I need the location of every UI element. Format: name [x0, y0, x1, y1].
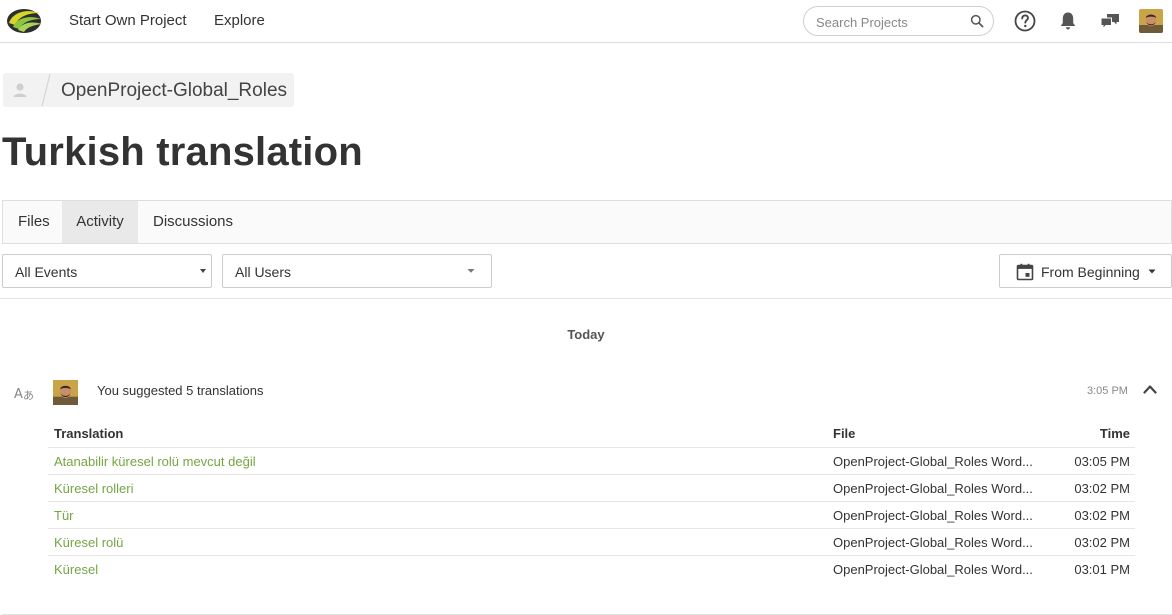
table-row: Küresel OpenProject-Global_Roles Word...… [48, 555, 1135, 582]
tab-files[interactable]: Files [3, 201, 65, 243]
users-filter-select[interactable]: All Users [222, 254, 492, 288]
breadcrumb-separator [41, 73, 51, 107]
chat-icon[interactable] [1098, 9, 1122, 33]
activity-user-avatar[interactable] [53, 380, 78, 405]
day-heading: Today [567, 327, 605, 342]
translation-link[interactable]: Küresel rolü [54, 535, 123, 550]
file-name: OpenProject-Global_Roles Word... [833, 481, 1033, 496]
breadcrumb: OpenProject-Global_Roles [3, 73, 294, 107]
section-divider [0, 298, 1172, 299]
file-name: OpenProject-Global_Roles Word... [833, 454, 1033, 469]
avatar[interactable] [1139, 9, 1163, 33]
users-filter-value: All Users [235, 264, 292, 280]
file-name: OpenProject-Global_Roles Word... [833, 562, 1033, 577]
row-time: 03:02 PM [1074, 481, 1130, 496]
caret-down-icon [467, 269, 475, 273]
user-icon[interactable] [11, 81, 29, 99]
row-time: 03:01 PM [1074, 562, 1130, 577]
file-name: OpenProject-Global_Roles Word... [833, 535, 1033, 550]
row-time: 03:05 PM [1074, 454, 1130, 469]
chevron-up-icon[interactable] [1143, 383, 1157, 395]
row-time: 03:02 PM [1074, 508, 1130, 523]
column-header-translation: Translation [54, 426, 124, 441]
translation-link[interactable]: Tür [54, 508, 74, 523]
table-row: Küresel rolü OpenProject-Global_Roles Wo… [48, 528, 1135, 555]
column-header-file: File [833, 426, 856, 441]
svg-text:A: A [14, 387, 23, 402]
search-icon[interactable] [970, 14, 984, 28]
breadcrumb-project-link[interactable]: OpenProject-Global_Roles [61, 80, 287, 102]
bell-icon[interactable] [1056, 9, 1080, 33]
top-navigation-bar: Start Own Project Explore [0, 0, 1172, 43]
table-row: Tür OpenProject-Global_Roles Word... 03:… [48, 501, 1135, 528]
events-filter-value: All Events [15, 264, 78, 280]
svg-text:あ: あ [23, 389, 34, 402]
date-range-value: From Beginning [1041, 264, 1140, 280]
nav-explore[interactable]: Explore [214, 12, 265, 29]
search-input[interactable] [816, 12, 966, 32]
translation-link[interactable]: Atanabilir küresel rolü mevcut değil [54, 454, 256, 469]
tab-discussions[interactable]: Discussions [138, 201, 248, 243]
translation-link[interactable]: Küresel rolleri [54, 481, 133, 496]
date-range-button[interactable]: From Beginning [999, 254, 1172, 288]
nav-start-own-project[interactable]: Start Own Project [69, 12, 187, 29]
tab-activity[interactable]: Activity [62, 201, 138, 243]
search-box [803, 6, 994, 36]
translation-link[interactable]: Küresel [54, 562, 98, 577]
events-filter-select[interactable]: All Events [2, 254, 212, 288]
activity-time: 3:05 PM [1087, 385, 1128, 397]
table-row: Küresel rolleri OpenProject-Global_Roles… [48, 474, 1135, 501]
caret-down-icon [1148, 269, 1156, 274]
calendar-icon [1016, 263, 1034, 281]
tab-bar: Files Activity Discussions [2, 200, 1172, 244]
help-icon[interactable] [1013, 9, 1037, 33]
activity-summary: You suggested 5 translations [97, 383, 264, 398]
file-name: OpenProject-Global_Roles Word... [833, 508, 1033, 523]
table-row: Atanabilir küresel rolü mevcut değil Ope… [48, 447, 1135, 474]
column-header-time: Time [1099, 426, 1130, 441]
caret-down-icon [200, 269, 206, 273]
row-time: 03:02 PM [1074, 535, 1130, 550]
logo-icon[interactable] [5, 7, 43, 35]
page-title: Turkish translation [2, 130, 363, 174]
translate-icon: A あ [14, 387, 34, 402]
